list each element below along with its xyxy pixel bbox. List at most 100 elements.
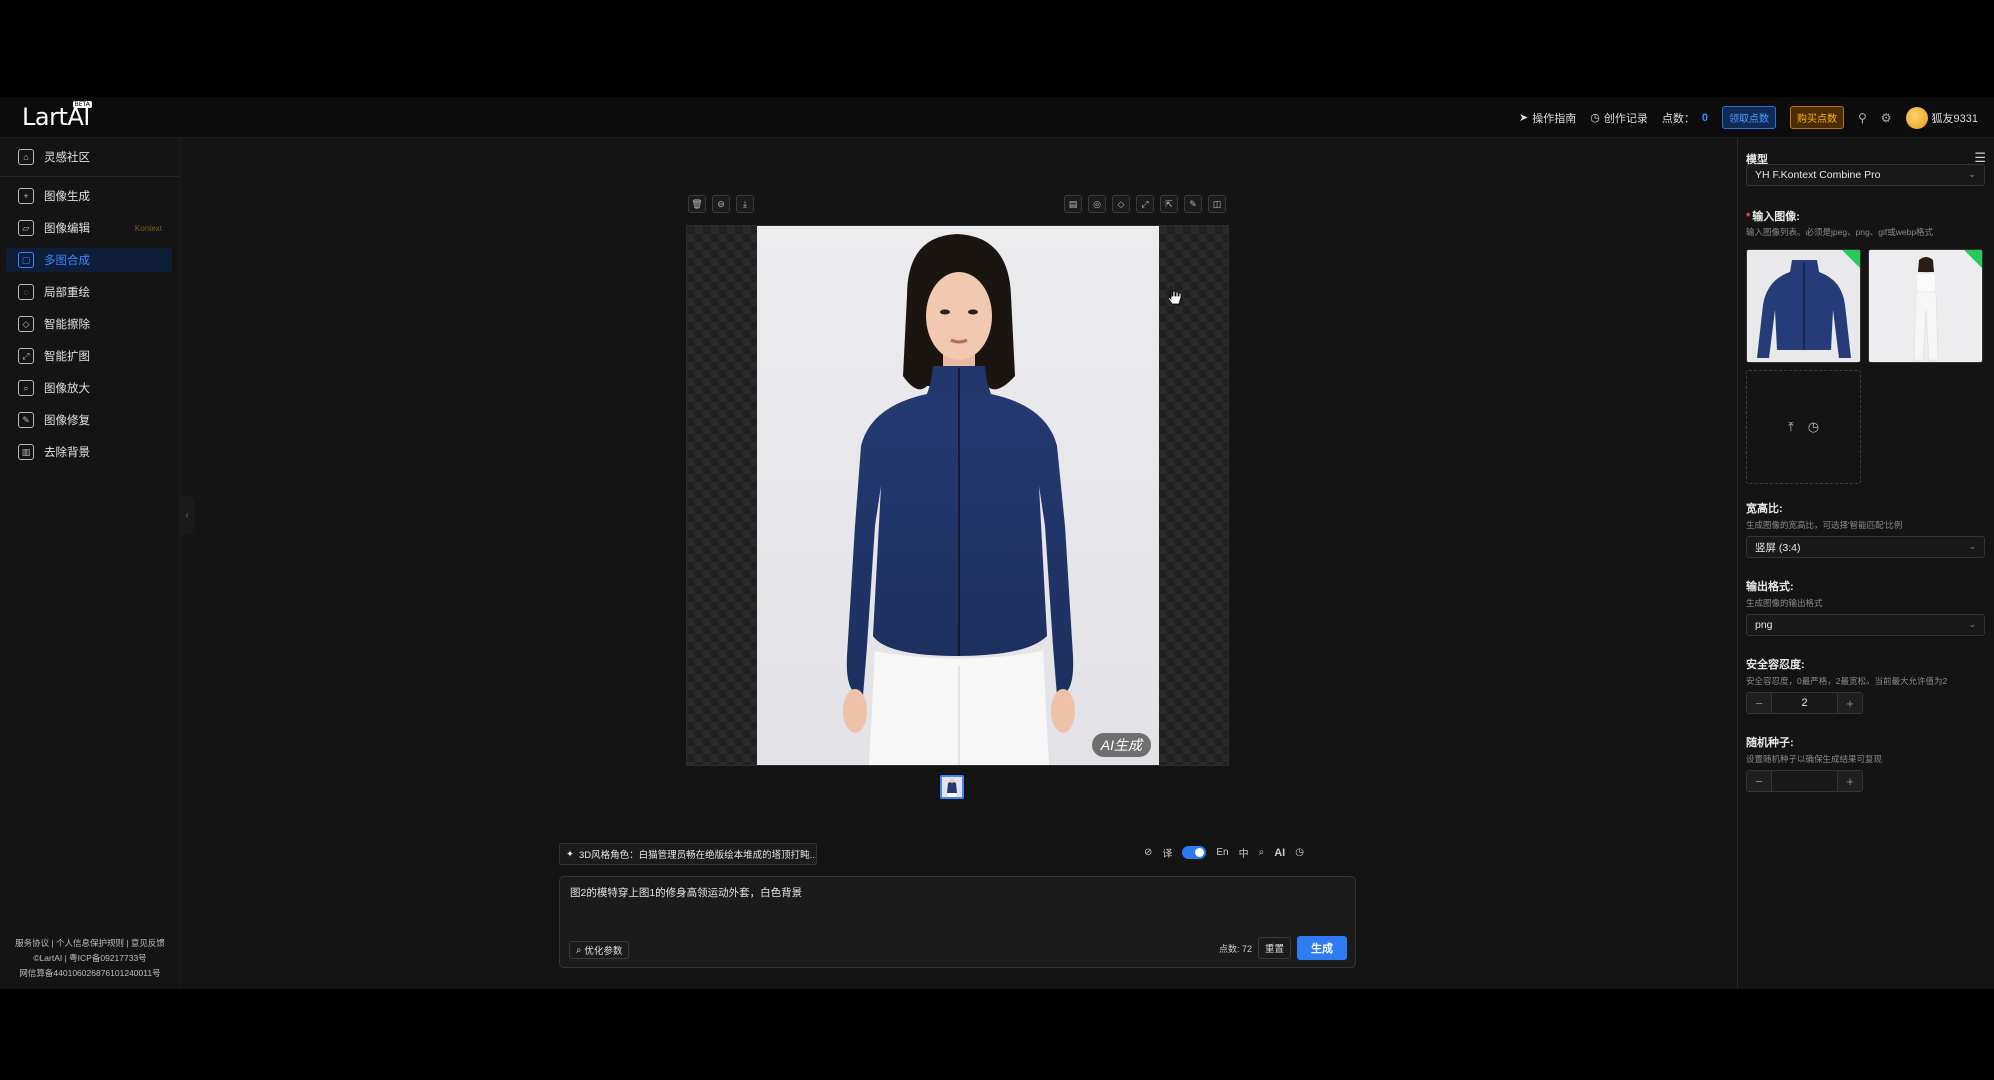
paper-plane-icon: ➤ — [1519, 112, 1529, 124]
sidebar-item-inpaint[interactable]: ◌ 局部重绘 — [6, 280, 172, 304]
reset-button[interactable]: 重置 — [1257, 937, 1291, 959]
history-link[interactable]: ◷ 创作记录 — [1590, 110, 1648, 126]
translate-toggle[interactable] — [1182, 846, 1207, 859]
image-toolbar-right: ▤ ◎ ◇ ⤢ ⇱ ✎ ◫ — [1064, 195, 1226, 213]
sidebar-item-label: 多图合成 — [44, 255, 90, 267]
random-seed-value[interactable] — [1771, 771, 1838, 791]
trash-icon[interactable]: 🗑 — [688, 195, 706, 213]
selected-check-icon — [1964, 250, 1982, 268]
sidebar-collapse-handle[interactable]: ‹ — [180, 495, 194, 535]
input-images-hint: 输入图像列表。必须是jpeg、png、gif或webp格式 — [1746, 227, 1934, 237]
restore-icon: ✎ — [18, 412, 34, 428]
download-icon[interactable]: ⤓ — [736, 195, 754, 213]
sidebar-item-label: 智能擦除 — [44, 319, 90, 331]
inpaint-tool-icon[interactable]: ◎ — [1088, 195, 1106, 213]
history-icon[interactable]: ◷ — [1808, 419, 1819, 435]
app-window: LartAI BETA ➤ 操作指南 ◷ 创作记录 点数： 0 领取点数 购买点数… — [0, 97, 1994, 989]
restore-tool-icon[interactable]: ✎ — [1184, 195, 1202, 213]
output-format-label: 输出格式: — [1746, 581, 1794, 593]
lang-zh-button[interactable]: 中 — [1239, 845, 1249, 860]
plus-icon[interactable]: + — [1838, 771, 1862, 791]
remove-bg-icon: ▥ — [18, 444, 34, 460]
random-seed-label: 随机种子: — [1746, 737, 1794, 749]
output-format-select[interactable]: png ⌄ — [1746, 614, 1985, 636]
pin-icon[interactable]: ⚲ — [1858, 111, 1867, 125]
claim-points-button[interactable]: 领取点数 — [1721, 106, 1776, 129]
prompt-input[interactable]: 图2的模特穿上图1的修身高领运动外套，白色背景 ⌕ 优化参数 点数: 72 重置… — [559, 876, 1356, 968]
safety-tolerance-stepper[interactable]: − 2 + — [1746, 692, 1863, 714]
history-icon[interactable]: ◷ — [1295, 847, 1304, 858]
safety-tolerance-value[interactable]: 2 — [1771, 693, 1838, 713]
clear-icon[interactable]: ⊘ — [1144, 847, 1152, 858]
history-label: 创作记录 — [1603, 112, 1648, 125]
upload-icon[interactable]: ⤒ — [1788, 419, 1794, 435]
sidebar-item-image-generate[interactable]: + 图像生成 — [6, 184, 172, 208]
sidebar-item-label: 图像编辑 — [44, 223, 90, 235]
sidebar-item-restore[interactable]: ✎ 图像修复 — [6, 408, 172, 432]
upscale-tool-icon[interactable]: ⇱ — [1160, 195, 1178, 213]
translate-label: 译 — [1162, 849, 1173, 860]
chevron-down-icon: ⌄ — [1968, 169, 1976, 179]
search-icon[interactable]: ⌕ — [1259, 847, 1265, 858]
lang-en-button[interactable]: En — [1216, 847, 1228, 858]
avatar — [1905, 106, 1928, 129]
sidebar-item-label: 灵感社区 — [44, 152, 90, 164]
erase-tool-icon[interactable]: ◇ — [1112, 195, 1130, 213]
ai-generated-badge: AI生成 — [1091, 733, 1151, 757]
username: 狐友9331 — [1931, 112, 1978, 125]
logo[interactable]: LartAI BETA — [22, 101, 92, 131]
upload-image-area[interactable]: ⤒ ◷ — [1746, 370, 1861, 484]
footer-line-1[interactable]: 服务协议 | 个人信息保护规则 | 意见反馈 — [0, 936, 180, 951]
sidebar-item-eraser[interactable]: ◇ 智能擦除 — [6, 312, 172, 336]
random-seed-stepper[interactable]: − + — [1746, 770, 1863, 792]
buy-points-button[interactable]: 购买点数 — [1789, 106, 1844, 129]
edit-image-icon[interactable]: ▤ — [1064, 195, 1082, 213]
result-thumbnail[interactable] — [940, 775, 964, 799]
minus-icon[interactable]: − — [1747, 693, 1771, 713]
points-label: 点数： — [1661, 112, 1695, 125]
sidebar-item-outpaint[interactable]: ⤢ 智能扩图 — [6, 344, 172, 368]
sidebar-item-community[interactable]: ⌂ 灵感社区 — [6, 145, 172, 169]
sidebar: ⌂ 灵感社区 + 图像生成 ▱ 图像编辑 Kontext ▢ 多图合成 ◌ 局部… — [0, 138, 180, 989]
sidebar-item-label: 图像生成 — [44, 191, 90, 203]
footer-line-2: ©LartAI | 粤ICP备09217733号 — [33, 953, 147, 963]
minus-icon[interactable]: − — [1747, 771, 1771, 791]
sidebar-item-multi-image[interactable]: ▢ 多图合成 — [6, 248, 172, 272]
sidebar-item-upscale[interactable]: ⌕ 图像放大 — [6, 376, 172, 400]
palette-icon: ✦ — [566, 848, 574, 860]
prompt-text[interactable]: 图2的模特穿上图1的修身高领运动外套，白色背景 — [570, 885, 802, 900]
outpaint-icon: ⤢ — [18, 348, 34, 364]
plus-icon[interactable]: + — [1838, 693, 1862, 713]
gear-icon[interactable]: ⚙ — [1881, 111, 1892, 125]
input-image-1[interactable] — [1746, 249, 1861, 363]
generate-row: 点数: 72 重置 生成 — [1219, 936, 1347, 960]
user-menu[interactable]: 狐友9331 — [1905, 106, 1978, 129]
style-preset-chip[interactable]: ✦ 3D风格角色：白猫管理员畅在绝版绘本堆成的塔顶打盹... — [559, 843, 817, 865]
outpaint-tool-icon[interactable]: ⤢ — [1136, 195, 1154, 213]
generated-image: AI生成 — [757, 226, 1159, 765]
chevron-down-icon: ⌄ — [1968, 619, 1976, 629]
model-in-jacket-illustration — [843, 234, 1075, 765]
remove-bg-tool-icon[interactable]: ◫ — [1208, 195, 1226, 213]
search-icon: ⌕ — [576, 944, 582, 956]
clock-icon: ◷ — [1590, 112, 1600, 124]
zoom-out-icon[interactable]: ⊖ — [712, 195, 730, 213]
input-image-2[interactable] — [1868, 249, 1983, 363]
ai-assist-button[interactable]: AI — [1274, 847, 1285, 859]
cost-label: 点数: 72 — [1218, 943, 1252, 954]
multi-image-icon: ▢ — [18, 252, 34, 268]
guide-link[interactable]: ➤ 操作指南 — [1519, 110, 1576, 126]
upscale-icon: ⌕ — [18, 380, 34, 396]
logo-badge: BETA — [72, 101, 92, 108]
image-preview[interactable]: AI生成 — [686, 225, 1229, 766]
kontext-tag: Kontext — [134, 223, 162, 233]
model-select[interactable]: YH F.Kontext Combine Pro ⌄ — [1746, 164, 1985, 186]
image-toolbar-left: 🗑 ⊖ ⤓ — [688, 195, 754, 213]
aspect-ratio-select[interactable]: 竖屏 (3:4) ⌄ — [1746, 536, 1985, 558]
sidebar-item-image-edit[interactable]: ▱ 图像编辑 Kontext — [6, 216, 172, 240]
generate-button[interactable]: 生成 — [1297, 936, 1347, 960]
sidebar-item-remove-bg[interactable]: ▥ 去除背景 — [6, 440, 172, 464]
sidebar-divider — [0, 176, 179, 177]
top-actions: ➤ 操作指南 ◷ 创作记录 点数： 0 领取点数 购买点数 ⚲ ⚙ 狐友9331 — [1519, 97, 1978, 138]
optimize-params-button[interactable]: ⌕ 优化参数 — [569, 941, 630, 959]
